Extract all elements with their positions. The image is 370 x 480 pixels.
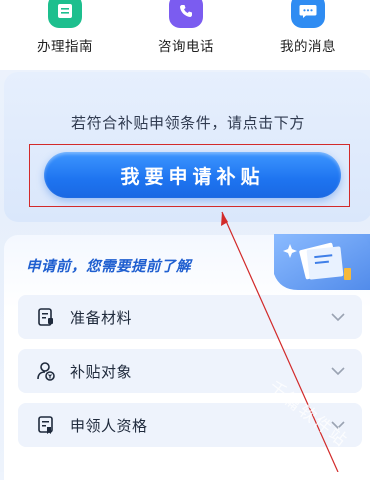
quick-action-guide-label: 办理指南 (37, 39, 93, 55)
guide-icon (48, 0, 82, 28)
quick-action-message-label: 我的消息 (280, 39, 336, 55)
accordion-item-target-label: 补贴对象 (70, 362, 133, 381)
quick-actions-row: 办理指南 咨询电话 我的消息 (0, 0, 370, 70)
user-money-icon (35, 360, 57, 382)
accordion-item-qualification-label: 申领人资格 (70, 416, 148, 435)
chevron-down-icon (331, 367, 345, 376)
quick-action-phone-label: 咨询电话 (158, 39, 214, 55)
panel-title: 申请前，您需要提前了解 (26, 259, 191, 275)
info-panel: 申请前，您需要提前了解 准备材料 补贴对象 申领人资格 (4, 234, 370, 480)
book-illustration-icon (274, 234, 370, 290)
accordion-item-materials-label: 准备材料 (70, 308, 133, 327)
chevron-down-icon (331, 313, 345, 322)
accordion-item-target[interactable]: 补贴对象 (18, 349, 362, 393)
message-icon (291, 0, 325, 28)
phone-icon (169, 0, 203, 28)
apply-hint-text: 若符合补贴申领条件，请点击下方 (70, 114, 305, 132)
highlight-box (29, 144, 350, 207)
document-icon (35, 306, 57, 328)
certificate-icon (35, 414, 57, 436)
accordion-item-materials[interactable]: 准备材料 (18, 295, 362, 339)
